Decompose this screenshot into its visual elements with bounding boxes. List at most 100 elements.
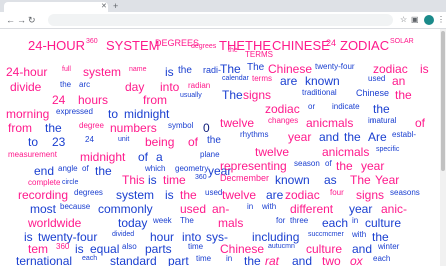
- word: in: [247, 202, 254, 211]
- word: 24: [52, 93, 66, 107]
- word: a: [156, 150, 163, 164]
- word: ox: [350, 254, 363, 266]
- word: establ-: [392, 130, 417, 139]
- word: autucmn: [268, 243, 295, 250]
- browser-tab[interactable]: ✕: [4, 2, 108, 12]
- word: an-: [212, 202, 230, 216]
- word: divided: [112, 231, 135, 238]
- word: which: [145, 164, 166, 173]
- word: known: [275, 173, 310, 187]
- word: seasons: [390, 188, 420, 197]
- word: most: [30, 202, 57, 216]
- word: 360: [86, 38, 98, 45]
- reload-icon[interactable]: ↻: [28, 14, 36, 26]
- kebab-menu-icon[interactable]: ⋮: [437, 15, 445, 25]
- word: zodiac: [285, 188, 320, 202]
- word: radi-: [203, 65, 222, 75]
- word: each: [322, 216, 349, 230]
- word: and: [319, 130, 340, 144]
- word: is: [420, 62, 429, 76]
- word: into: [160, 80, 180, 94]
- word: because: [60, 202, 91, 211]
- word: system: [116, 188, 155, 202]
- word: anic-: [381, 202, 408, 216]
- word-collage-page: 24-HOUR 360 SYSTEM DEGREES degrees THE t…: [0, 29, 446, 266]
- word: the: [336, 159, 353, 173]
- word: different: [290, 202, 334, 216]
- word: circle: [62, 179, 79, 186]
- word: ZODIAC: [340, 38, 390, 53]
- word: The: [220, 62, 241, 76]
- word: as: [324, 173, 337, 187]
- word: to: [108, 107, 119, 121]
- bookmark-star-icon[interactable]: ☆: [400, 15, 407, 25]
- new-tab-icon[interactable]: +: [113, 1, 118, 11]
- word: name: [129, 66, 147, 73]
- word: system: [83, 65, 122, 79]
- word: succmcmer: [308, 231, 344, 238]
- word: time: [188, 242, 204, 251]
- word: of: [188, 135, 199, 149]
- word: angle: [58, 164, 78, 173]
- word: The: [350, 173, 371, 187]
- word: degrees: [191, 43, 217, 50]
- word: used: [180, 202, 207, 216]
- profile-avatar-icon[interactable]: [424, 15, 434, 25]
- word: is: [75, 242, 84, 256]
- word: is: [165, 188, 174, 202]
- word: degrees: [74, 188, 103, 197]
- word: used: [205, 188, 223, 197]
- word: from: [143, 93, 167, 107]
- word: midnight: [124, 107, 170, 121]
- word: known: [305, 74, 340, 88]
- word: midnight: [80, 150, 126, 164]
- word: complete: [28, 178, 61, 187]
- word: year: [349, 202, 373, 216]
- word: season: [294, 159, 320, 168]
- word: measurement: [8, 150, 57, 159]
- word: in: [352, 216, 359, 225]
- word: the: [178, 65, 192, 76]
- word: degree: [79, 121, 104, 130]
- word: anicmals: [306, 116, 354, 130]
- word: year: [288, 130, 312, 144]
- word: The: [247, 62, 265, 73]
- word: the: [95, 164, 112, 178]
- forward-arrow-icon[interactable]: →: [17, 14, 26, 26]
- word: signs: [356, 188, 385, 202]
- word: the: [344, 130, 361, 144]
- browser-toolbar: ← → ↻ ☆ ▣ ⋮: [0, 12, 446, 29]
- word: end: [34, 164, 55, 178]
- word: worldwide: [28, 216, 82, 230]
- word: commonly: [98, 202, 153, 216]
- extensions-icon[interactable]: ▣: [411, 15, 419, 25]
- tab-close-icon[interactable]: ✕: [101, 2, 107, 12]
- word: expressed: [56, 107, 93, 116]
- word: the: [60, 80, 72, 89]
- word: geometry: [175, 164, 209, 173]
- word: the: [45, 121, 62, 135]
- word: This: [122, 173, 145, 187]
- address-bar[interactable]: [48, 14, 393, 26]
- word: The: [222, 88, 243, 102]
- word: 24-HOUR: [28, 38, 86, 53]
- scrollbar-thumb[interactable]: [441, 31, 445, 171]
- word: the: [180, 188, 197, 202]
- word: hours: [78, 93, 109, 107]
- word: each: [82, 255, 98, 262]
- word: Decmember: [220, 173, 270, 183]
- word: with: [352, 230, 367, 239]
- word: anicmals: [322, 145, 370, 159]
- word: plane: [200, 150, 220, 159]
- word: mals: [218, 216, 244, 230]
- word: representing: [220, 159, 287, 173]
- word: full: [62, 66, 71, 73]
- word: each: [373, 254, 391, 263]
- word: an: [392, 74, 406, 88]
- word: indicate: [332, 102, 360, 111]
- word: TERMS: [245, 50, 273, 59]
- word: numbers: [110, 121, 157, 135]
- back-arrow-icon[interactable]: ←: [6, 14, 15, 26]
- word: traditional: [302, 88, 337, 97]
- word: ternational: [16, 254, 73, 266]
